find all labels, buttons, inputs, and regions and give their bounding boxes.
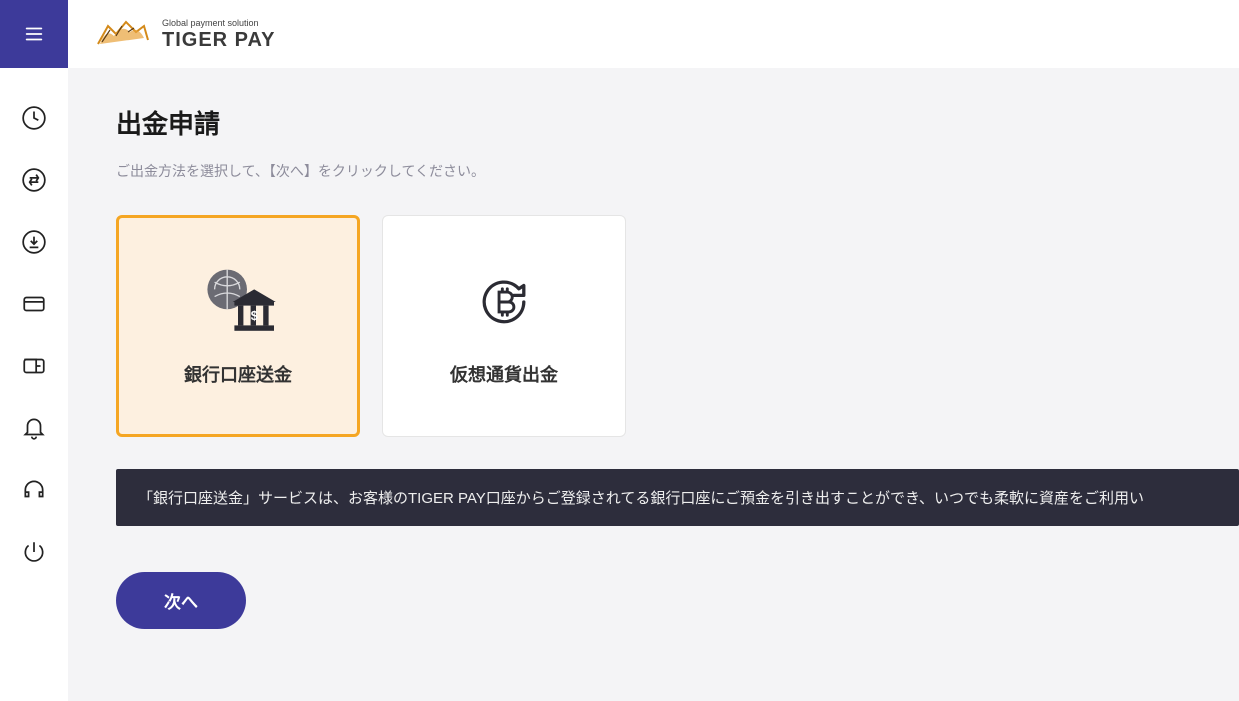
option-bank-transfer[interactable]: $ 銀行口座送金 (116, 215, 360, 437)
power-icon (21, 539, 47, 565)
logo-tagline: Global payment solution (162, 19, 275, 28)
card-icon (21, 291, 47, 317)
nav-item-support[interactable] (20, 476, 48, 504)
bell-icon (21, 415, 47, 441)
option-bank-label: 銀行口座送金 (184, 361, 292, 387)
nav-item-history[interactable] (20, 104, 48, 132)
page-title: 出金申請 (116, 104, 1239, 141)
wallet-icon (21, 353, 47, 379)
clock-icon (21, 105, 47, 131)
option-description-tooltip: 「銀行口座送金」サービスは、お客様のTIGER PAY口座からご登録されてる銀行… (116, 469, 1239, 526)
hamburger-icon (23, 23, 45, 45)
nav-item-exchange[interactable] (20, 166, 48, 194)
withdraw-circle-icon (21, 229, 47, 255)
svg-text:$: $ (251, 309, 258, 323)
option-crypto[interactable]: 仮想通貨出金 (382, 215, 626, 437)
sidebar (0, 68, 68, 701)
exchange-icon (21, 167, 47, 193)
logo[interactable]: Global payment solution TIGER PAY (92, 14, 275, 54)
option-crypto-label: 仮想通貨出金 (450, 361, 558, 387)
header: Global payment solution TIGER PAY (0, 0, 1239, 68)
bank-globe-icon: $ (193, 265, 283, 339)
nav-item-wallet[interactable] (20, 352, 48, 380)
nav-item-logout[interactable] (20, 538, 48, 566)
hamburger-menu-button[interactable] (0, 0, 68, 68)
nav-item-card[interactable] (20, 290, 48, 318)
withdrawal-options: $ 銀行口座送金 仮想通貨出金 (116, 215, 1239, 437)
logo-text: Global payment solution TIGER PAY (162, 19, 275, 50)
nav-item-withdraw[interactable] (20, 228, 48, 256)
logo-title: TIGER PAY (162, 30, 275, 50)
main-content: 出金申請 ご出金方法を選択して、【次へ】をクリックしてください。 $ (68, 68, 1239, 701)
tiger-logo-icon (92, 14, 152, 54)
nav-item-notifications[interactable] (20, 414, 48, 442)
page-subtitle: ご出金方法を選択して、【次へ】をクリックしてください。 (116, 161, 1239, 181)
bitcoin-refresh-icon (459, 265, 549, 339)
next-button[interactable]: 次へ (116, 572, 246, 629)
headset-icon (21, 477, 47, 503)
